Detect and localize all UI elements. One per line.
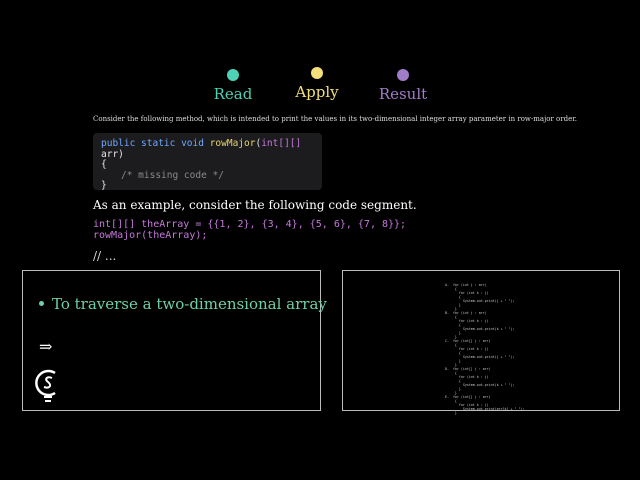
step-read-label: Read [213, 85, 253, 103]
example-code-snippet: int[][] theArray = {{1, 2}, {3, 4}, {5, … [93, 219, 407, 241]
bullet-text: To traverse a two-dimensional array [52, 295, 327, 313]
example-text: As an example, consider the following co… [93, 198, 417, 212]
step-apply-label: Apply [295, 83, 339, 101]
step-read[interactable]: Read [210, 69, 256, 103]
code-keywords: public static void [101, 138, 204, 149]
bullet-item: To traverse a two-dimensional array [39, 295, 327, 313]
cs-logo-icon [33, 367, 63, 409]
step-apply[interactable]: Apply [292, 67, 342, 101]
notes-panel: To traverse a two-dimensional array ⇒ [22, 270, 327, 411]
ellipsis-comment: // ... [93, 249, 117, 263]
result-dot-icon [397, 69, 409, 81]
code-param: arr) [101, 148, 124, 160]
code-method-name: rowMajor [209, 138, 256, 149]
implies-arrow: ⇒ [39, 337, 53, 356]
bullet-dot-icon [39, 300, 44, 306]
method-code-block: public static void rowMajor(int[][] arr)… [93, 133, 322, 191]
step-result-label: Result [378, 85, 428, 103]
answer-choices-code: A. for (int j : arr) { for (int k : j) {… [445, 283, 525, 415]
code-open-brace: { [101, 159, 107, 170]
code-signature: public static void rowMajor(int[][] arr) [101, 138, 314, 160]
code-param-type: int[][] [261, 138, 302, 149]
read-dot-icon [227, 69, 239, 81]
apply-dot-icon [311, 67, 323, 79]
step-result[interactable]: Result [377, 69, 429, 103]
code-close-brace: } [101, 180, 107, 191]
question-intro: Consider the following method, which is … [93, 115, 578, 123]
answer-choices-panel: A. for (int j : arr) { for (int k : j) {… [342, 270, 620, 415]
code-comment: /* missing code */ [121, 169, 224, 181]
